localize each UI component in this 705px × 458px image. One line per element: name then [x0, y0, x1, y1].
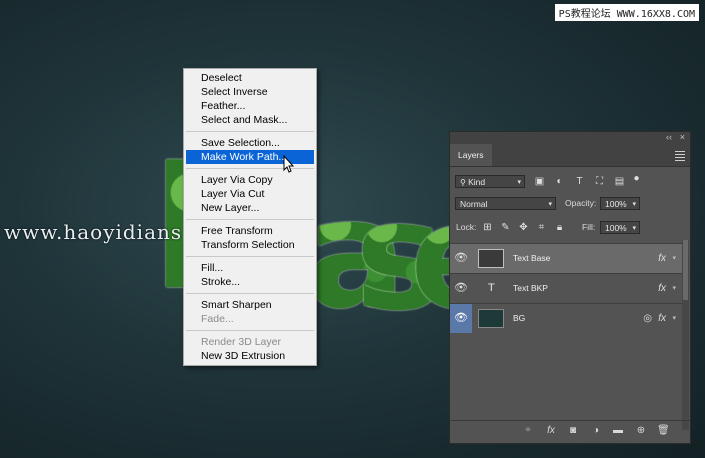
menu-item-feather[interactable]: Feather...	[184, 99, 316, 113]
lock-brush-icon[interactable]: ✎	[500, 222, 511, 233]
eye-icon[interactable]: 👁︎	[450, 274, 472, 303]
blend-row: Normal ▾ Opacity: 100% ▾	[450, 194, 690, 214]
opacity-input[interactable]: 100% ▾	[600, 197, 640, 210]
filter-kind-select[interactable]: ⚲ Kind ▾	[455, 175, 525, 188]
watermark-top: PS教程论坛 WWW.16XX8.COM	[554, 4, 699, 21]
layers-panel: ‹‹ × Layers ⚲ Kind ▾ ▣ ◐ T ⛶ ▤ ● Normal …	[449, 131, 691, 444]
chevron-down-icon: ▾	[548, 201, 552, 208]
tab-layers[interactable]: Layers	[450, 144, 492, 166]
close-panel-icon[interactable]: ×	[680, 132, 685, 142]
menu-item-new-3d-extrusion[interactable]: New 3D Extrusion	[184, 349, 316, 363]
type-layer-icon: T	[488, 282, 495, 294]
context-menu: Deselect Select Inverse Feather... Selec…	[183, 68, 317, 366]
menu-item-free-transform[interactable]: Free Transform	[184, 224, 316, 238]
new-group-icon[interactable]: ▬	[612, 425, 624, 437]
pointer-cursor-icon	[283, 155, 295, 173]
panel-tab-bar: Layers	[450, 144, 690, 167]
layer-thumbnail	[478, 309, 504, 328]
menu-item-layer-via-cut[interactable]: Layer Via Cut	[184, 187, 316, 201]
menu-item-save-selection[interactable]: Save Selection...	[184, 136, 316, 150]
lock-label: Lock:	[456, 222, 477, 232]
collapse-panel-icon[interactable]: ‹‹	[666, 132, 672, 142]
lock-row: Lock: ⊞ ✎ ✥ ⌗ 🔒︎ Fill: 100% ▾	[450, 218, 690, 238]
eye-icon[interactable]: 👁︎	[450, 244, 472, 273]
menu-item-new-layer[interactable]: New Layer...	[184, 201, 316, 215]
filter-pixel-icon[interactable]: ▣	[534, 176, 545, 187]
layers-bottom-bar: ⚭ fx ◙ ◑ ▬ ⊕ 🗑︎	[450, 420, 690, 443]
layer-row-bg[interactable]: 👁︎ BG ◎ fx ▾	[450, 303, 682, 333]
filter-adjustment-icon[interactable]: ◐	[554, 176, 565, 187]
menu-item-fade: Fade...	[201, 313, 234, 325]
filter-toggle-icon[interactable]: ●	[631, 173, 642, 184]
blend-mode-select[interactable]: Normal ▾	[455, 197, 556, 210]
filter-shape-icon[interactable]: ⛶	[594, 176, 605, 187]
menu-item-fill[interactable]: Fill...	[184, 261, 316, 275]
menu-item-select-inverse[interactable]: Select Inverse	[184, 85, 316, 99]
fill-value: 100%	[605, 223, 627, 233]
menu-separator	[186, 256, 314, 257]
panel-title-bar: ‹‹ ×	[450, 132, 690, 144]
chevron-down-icon[interactable]: ▾	[672, 304, 676, 333]
fx-icon[interactable]: fx	[658, 274, 666, 303]
adjustment-layer-icon[interactable]: ◑	[590, 425, 602, 437]
menu-separator	[186, 330, 314, 331]
add-style-icon[interactable]: fx	[545, 425, 557, 437]
watermark-middle: www.haoyidians	[4, 220, 183, 244]
layer-row-text-base[interactable]: 👁︎ Text Base fx ▾	[450, 243, 682, 273]
opacity-label: Opacity:	[565, 198, 597, 208]
filter-type-icon[interactable]: T	[574, 176, 585, 187]
filter-row: ⚲ Kind ▾ ▣ ◐ T ⛶ ▤ ●	[450, 172, 690, 192]
layer-thumbnail	[478, 249, 504, 268]
filter-smart-object-icon[interactable]: ▤	[614, 176, 625, 187]
layers-scrollbar[interactable]	[682, 240, 689, 430]
chevron-down-icon: ▾	[632, 225, 636, 232]
chevron-down-icon: ▾	[517, 179, 521, 186]
chevron-down-icon[interactable]: ▾	[672, 244, 676, 273]
trash-icon[interactable]: 🗑︎	[657, 425, 670, 437]
chevron-down-icon[interactable]: ▾	[672, 274, 676, 303]
fill-label: Fill:	[582, 222, 596, 232]
fx-icon[interactable]: fx	[658, 244, 666, 273]
layer-row-text-bkp[interactable]: 👁︎ T Text BKP fx ▾	[450, 273, 682, 303]
menu-separator	[186, 219, 314, 220]
filter-kind-value: Kind	[468, 177, 486, 187]
menu-item-layer-via-copy[interactable]: Layer Via Copy	[184, 173, 316, 187]
fill-input[interactable]: 100% ▾	[600, 221, 640, 234]
eye-icon[interactable]: 👁︎	[450, 304, 472, 333]
menu-separator	[186, 131, 314, 132]
menu-item-render-3d-layer: Render 3D Layer	[201, 336, 281, 348]
blend-mode-value: Normal	[460, 199, 488, 209]
search-icon: ⚲	[460, 178, 469, 187]
document-canvas[interactable]: PS教程论坛 WWW.16XX8.COM B a s e www.haoyidi…	[0, 0, 705, 458]
link-layers-icon[interactable]: ⚭	[522, 425, 534, 437]
opacity-value: 100%	[605, 199, 627, 209]
menu-separator	[186, 293, 314, 294]
fx-icon[interactable]: fx	[658, 304, 666, 333]
panel-menu-icon[interactable]	[675, 149, 685, 163]
lock-transparent-icon[interactable]: ⊞	[482, 222, 493, 233]
menu-item-transform-selection[interactable]: Transform Selection	[184, 238, 316, 252]
add-mask-icon[interactable]: ◙	[567, 425, 579, 437]
menu-item-deselect[interactable]: Deselect	[184, 71, 316, 85]
menu-item-select-and-mask[interactable]: Select and Mask...	[184, 113, 316, 127]
new-layer-icon[interactable]: ⊕	[635, 425, 647, 437]
menu-item-stroke[interactable]: Stroke...	[184, 275, 316, 289]
layer-name: Text Base	[513, 253, 551, 263]
layer-name: Text BKP	[513, 283, 548, 293]
lock-position-icon[interactable]: ✥	[518, 222, 529, 233]
chevron-down-icon: ▾	[632, 201, 636, 208]
menu-item-smart-sharpen[interactable]: Smart Sharpen	[184, 298, 316, 312]
smart-filter-icon[interactable]: ◎	[643, 304, 652, 333]
layer-name: BG	[513, 313, 526, 323]
lock-all-icon[interactable]: 🔒︎	[554, 222, 565, 233]
lock-artboard-icon[interactable]: ⌗	[536, 222, 547, 233]
scroll-thumb[interactable]	[683, 240, 688, 300]
